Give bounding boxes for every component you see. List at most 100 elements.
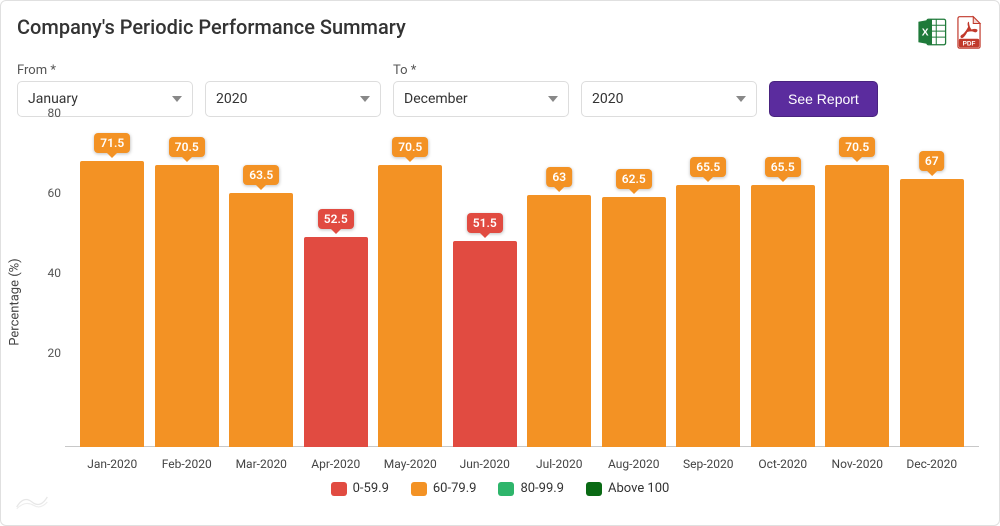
bar[interactable]: 71.5 [80,161,144,447]
svg-text:X: X [922,27,929,38]
bar[interactable]: 67 [900,179,964,447]
y-tick: 60 [48,186,62,200]
data-label: 70.5 [839,137,875,157]
legend-label: 80-99.9 [520,481,564,496]
legend-label: 0-59.9 [353,481,389,496]
x-tick-label: Sep-2020 [671,457,746,471]
bar-slot: 67 [895,127,970,447]
x-labels: Jan-2020Feb-2020Mar-2020Apr-2020May-2020… [75,457,969,471]
x-tick-label: Dec-2020 [895,457,970,471]
export-icons: X PDF [915,15,983,53]
chevron-down-icon [360,96,370,102]
legend-swatch [586,482,602,496]
legend-swatch [498,482,514,496]
export-pdf-icon[interactable]: PDF [955,15,983,53]
to-month-select[interactable]: December [393,81,569,117]
data-label: 67 [919,151,945,171]
x-tick-label: Jan-2020 [75,457,150,471]
data-label: 62.5 [616,169,652,189]
bar-slot: 63 [522,127,597,447]
data-label: 65.5 [690,157,726,177]
legend-item[interactable]: 60-79.9 [411,481,477,496]
from-year-select[interactable]: 2020 [205,81,381,117]
bar[interactable]: 65.5 [676,185,740,447]
x-tick-label: Jul-2020 [522,457,597,471]
from-month-select[interactable]: January [17,81,193,117]
bar-slot: 70.5 [150,127,225,447]
x-tick-label: Feb-2020 [150,457,225,471]
bar-slot: 65.5 [746,127,821,447]
chevron-down-icon [736,96,746,102]
y-tick: 20 [48,346,62,360]
data-label: 65.5 [765,157,801,177]
legend: 0-59.9 60-79.9 80-99.9 Above 100 [17,481,983,496]
data-label: 52.5 [318,209,354,229]
bar-slot: 70.5 [820,127,895,447]
bar-slot: 65.5 [671,127,746,447]
data-label: 70.5 [169,137,205,157]
from-label: From * [17,63,193,78]
y-axis-label: Percentage (%) [8,258,23,345]
y-tick: 80 [48,106,62,120]
to-month-value: December [404,91,468,107]
bar[interactable]: 70.5 [378,165,442,447]
bar[interactable]: 51.5 [453,241,517,447]
bar-slot: 70.5 [373,127,448,447]
page-title: Company's Periodic Performance Summary [17,15,406,39]
bar[interactable]: 52.5 [304,237,368,447]
bar[interactable]: 62.5 [602,197,666,447]
legend-label: Above 100 [608,481,669,496]
export-excel-icon[interactable]: X [915,15,949,53]
from-field: From * January [17,63,193,117]
x-tick-label: Nov-2020 [820,457,895,471]
chevron-down-icon [172,96,182,102]
bar-slot: 63.5 [224,127,299,447]
x-tick-label: Aug-2020 [597,457,672,471]
from-year-value: 2020 [216,91,247,107]
bar[interactable]: 65.5 [751,185,815,447]
svg-text:PDF: PDF [963,41,976,48]
x-tick-label: Mar-2020 [224,457,299,471]
legend-swatch [331,482,347,496]
spacer-label [205,63,381,78]
legend-item[interactable]: Above 100 [586,481,669,496]
x-tick-label: May-2020 [373,457,448,471]
bar-slot: 51.5 [448,127,523,447]
legend-label: 60-79.9 [433,481,477,496]
to-year-select[interactable]: 2020 [581,81,757,117]
chevron-down-icon [548,96,558,102]
bar-container: 71.570.563.552.570.551.56362.565.565.570… [75,127,969,447]
data-label: 70.5 [392,137,428,157]
y-tick: 40 [48,266,62,280]
filter-bar: From * January 2020 To * December 2020 [17,63,983,117]
legend-item[interactable]: 80-99.9 [498,481,564,496]
to-field: To * December [393,63,569,117]
to-year-field: 2020 [581,63,757,117]
x-tick-label: Apr-2020 [299,457,374,471]
legend-item[interactable]: 0-59.9 [331,481,389,496]
data-label: 63.5 [243,165,279,185]
bar-slot: 71.5 [75,127,150,447]
report-card: Company's Periodic Performance Summary X [0,0,1000,526]
see-report-button[interactable]: See Report [769,81,878,117]
data-label: 51.5 [467,213,503,233]
watermark-icon [15,493,49,515]
spacer-label-2 [581,63,757,78]
from-month-value: January [28,91,78,107]
bar[interactable]: 70.5 [155,165,219,447]
bar[interactable]: 63 [527,195,591,447]
to-year-value: 2020 [592,91,623,107]
bar[interactable]: 70.5 [825,165,889,447]
bar-slot: 62.5 [597,127,672,447]
x-tick-label: Jun-2020 [448,457,523,471]
x-tick-label: Oct-2020 [746,457,821,471]
data-label: 63 [546,167,572,187]
data-label: 71.5 [94,133,130,153]
legend-swatch [411,482,427,496]
bar-slot: 52.5 [299,127,374,447]
plot-area: 71.570.563.552.570.551.56362.565.565.570… [65,127,979,447]
bar[interactable]: 63.5 [229,193,293,447]
from-year-field: 2020 [205,63,381,117]
to-label: To * [393,63,569,78]
header-row: Company's Periodic Performance Summary X [17,15,983,53]
